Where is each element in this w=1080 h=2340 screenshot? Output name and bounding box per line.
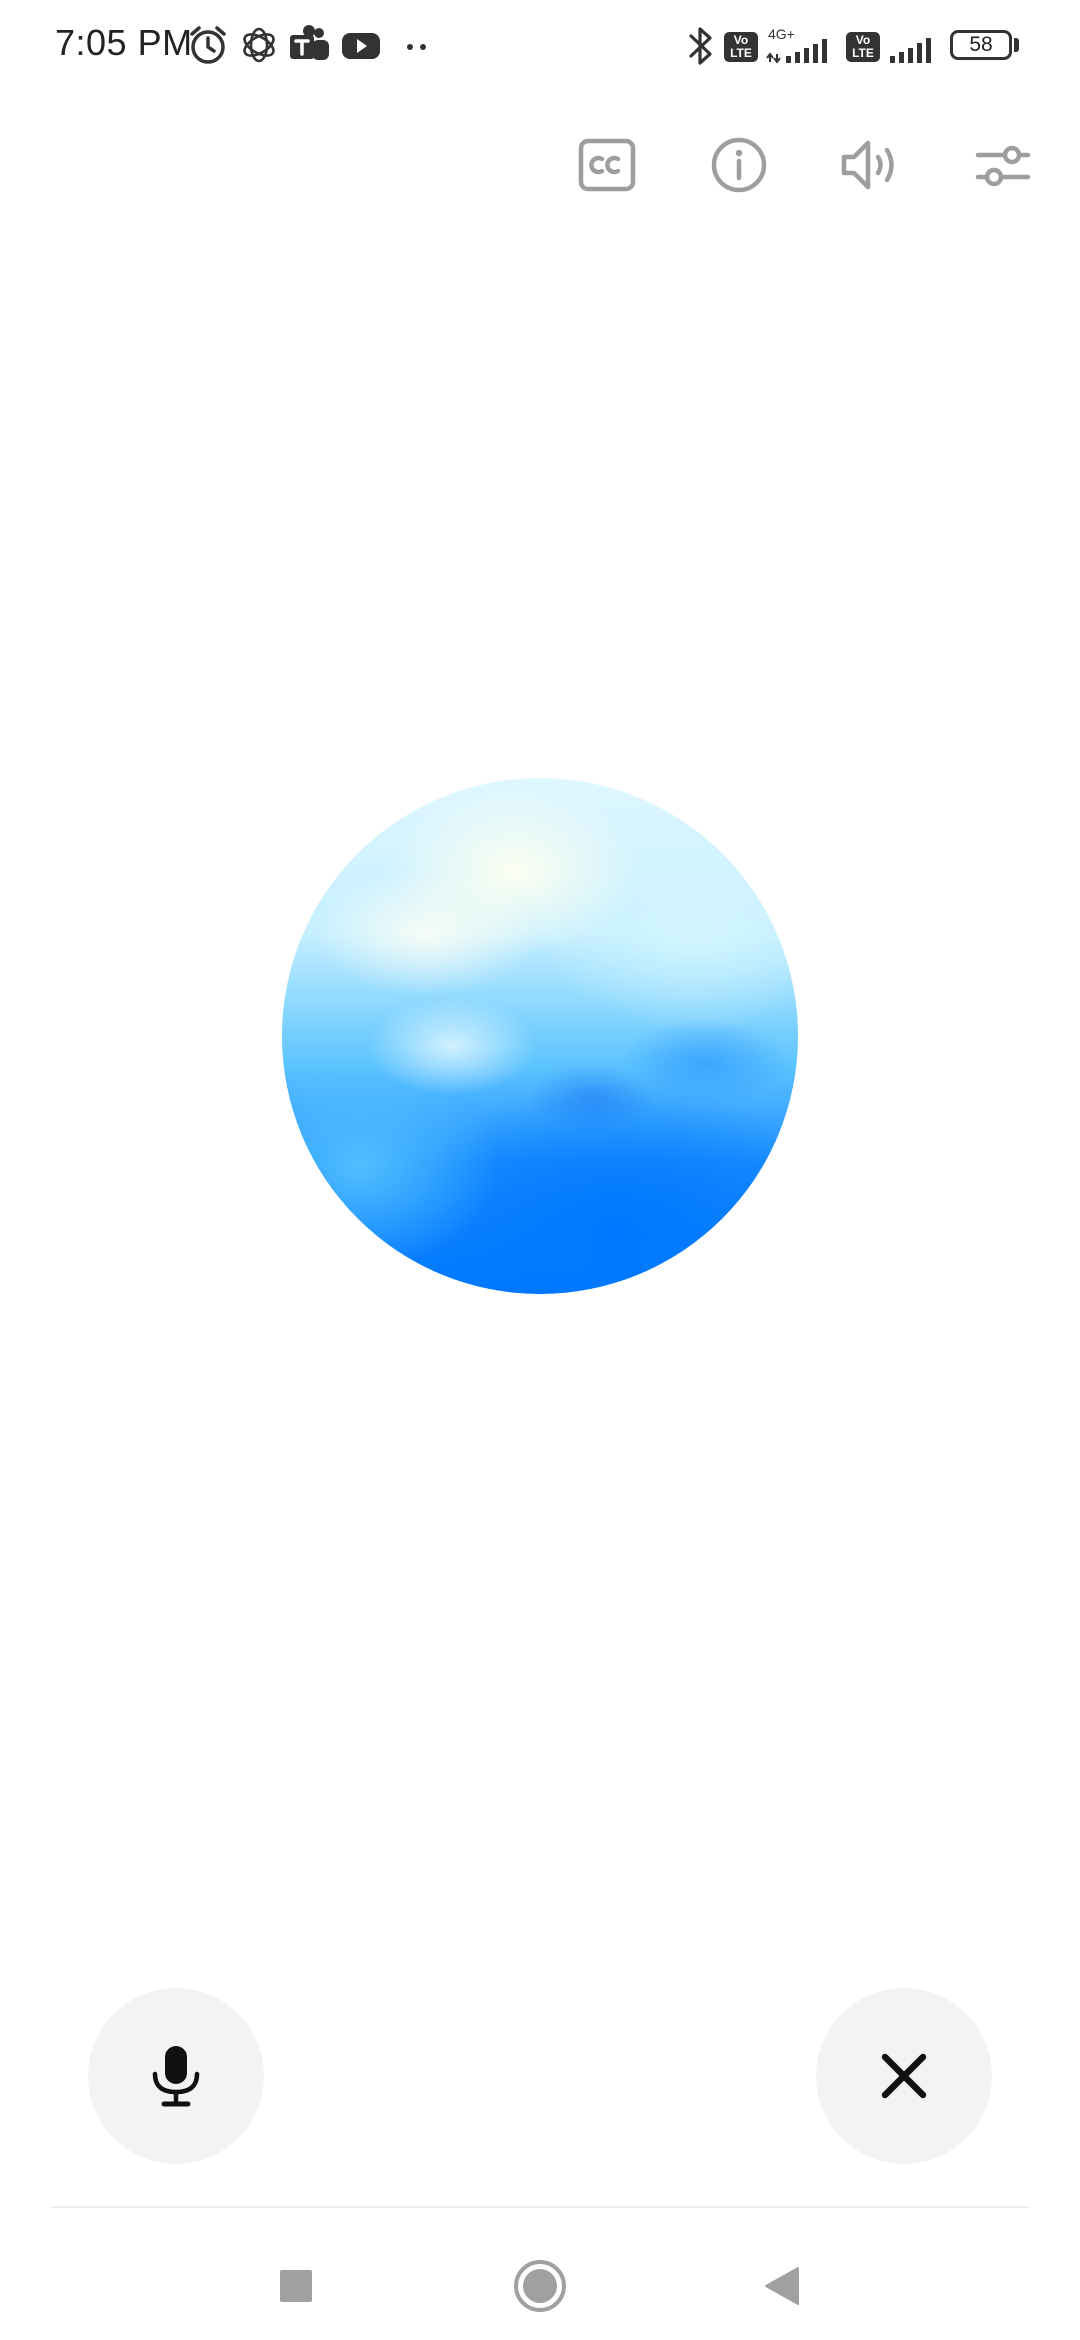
back-button[interactable] — [742, 2246, 822, 2326]
volte-icon: Vo LTE — [846, 32, 880, 62]
battery-level: 58 — [969, 33, 993, 56]
signal-icon — [766, 39, 827, 64]
home-button[interactable] — [500, 2246, 580, 2326]
recents-square-icon — [280, 2270, 312, 2302]
back-triangle-icon — [765, 2267, 799, 2305]
microphone-button[interactable] — [88, 1988, 264, 2164]
settings-sliders-icon — [975, 145, 1031, 187]
volte-icon: Vo LTE — [724, 32, 758, 62]
speaker-icon — [841, 140, 894, 190]
teams-icon — [290, 25, 329, 60]
voice-mode-screen: 7:05 PM Vo LTE 4G+ Vo LTE 58 — [0, 0, 1080, 2340]
voice-toolbar — [0, 120, 1080, 210]
voice-settings-button[interactable] — [958, 120, 1048, 210]
end-voice-button[interactable] — [816, 1988, 992, 2164]
status-time: 7:05 PM — [55, 22, 193, 63]
info-icon — [711, 137, 767, 193]
bluetooth-icon — [689, 27, 712, 65]
close-icon — [881, 2053, 927, 2099]
recents-button[interactable] — [256, 2246, 336, 2326]
youtube-icon — [342, 33, 380, 59]
more-dots-icon — [407, 44, 426, 50]
captions-button[interactable] — [562, 120, 652, 210]
openai-icon — [243, 27, 275, 63]
signal-icon — [890, 38, 931, 63]
microphone-icon — [152, 2046, 200, 2107]
nav-divider — [52, 2206, 1028, 2208]
home-circle-icon — [514, 2260, 566, 2312]
voice-orb — [282, 778, 798, 1294]
battery-tip — [1014, 38, 1019, 52]
info-button[interactable] — [694, 120, 784, 210]
status-bar: 7:05 PM Vo LTE 4G+ Vo LTE 58 — [0, 0, 1080, 96]
speaker-button[interactable] — [826, 120, 916, 210]
alarm-icon — [190, 26, 226, 64]
captions-icon — [578, 138, 636, 192]
battery-icon: 58 — [950, 30, 1012, 60]
